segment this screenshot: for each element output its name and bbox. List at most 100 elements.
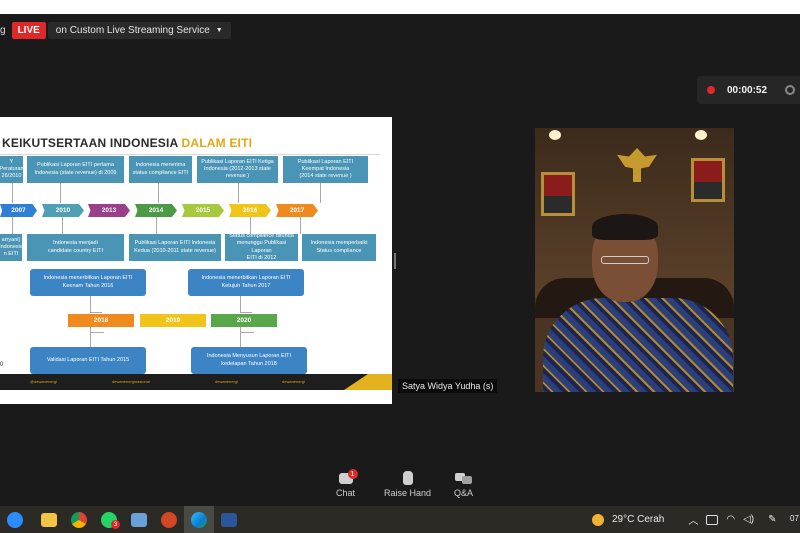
connector [240,296,241,312]
live-badge: LIVE [11,21,46,39]
timeline-top-box: Y Peraturan 26/2010 [0,156,23,183]
wifi-icon[interactable]: ◠ [726,514,735,525]
year-marker: 2019 [140,314,206,327]
connector [60,183,61,203]
chevron-up-icon[interactable]: ︿ [688,512,698,527]
glasses [601,256,649,264]
timeline-top-box: Publikasi Laporan EITI pertama Indonesia… [27,156,124,183]
chat-badge: 1 [347,469,358,479]
cut-off-label: g [0,24,6,36]
footer-handle: dewanenerginasional [112,379,150,384]
zoom-app-icon [7,511,23,528]
live-status-bar: g LIVE on Custom Live Streaming Service … [0,20,231,40]
timeline-top-box: Publikasi Laporan EITI Ketiga Indonesia … [197,156,278,183]
connector [12,183,13,203]
top-title-strip [0,0,800,14]
battery-icon[interactable] [706,514,719,525]
connector [156,217,157,234]
connector [90,296,91,312]
taskbar-file-explorer[interactable] [34,506,64,533]
timeline-bottom-box: Indonesia memperbaiki Status compliance [302,234,376,261]
year-marker: 2015 [182,204,224,217]
taskbar-word[interactable] [214,506,244,533]
clock[interactable]: 07 [790,514,799,523]
participant-video[interactable] [535,128,734,392]
record-dot-icon [707,86,715,94]
qa-label: Q&A [454,488,474,498]
connector [62,217,63,234]
system-tray: 29°C Cerah ︿ ◠ ◁) ✎ [592,506,777,533]
recording-indicator[interactable]: 00:00:52 [697,76,800,104]
qa-button[interactable]: Q&A [454,470,473,498]
chevron-down-icon: ▼ [215,26,223,34]
view-splitter-handle[interactable] [394,253,396,269]
taskbar-network-app[interactable] [124,506,154,533]
timeline-top-box: Publikasi Laporan EITI Keempat Indonesia… [283,156,368,183]
live-service-dropdown[interactable]: on Custom Live Streaming Service ▼ [47,21,231,39]
footer-handle: dewanenergi [282,379,305,384]
zoom-webinar-window: g LIVE on Custom Live Streaming Service … [0,0,800,533]
year-marker: 2018 [68,314,134,327]
year-marker: 2017 [276,204,318,217]
timeline-bottom-box: Indonesia menjadi candidate country EITI [27,234,124,261]
folder-icon [41,512,57,527]
connector [158,183,159,203]
edge-icon [191,511,207,528]
batik-shirt [543,298,733,392]
connector [12,217,13,234]
chrome-icon [71,511,87,528]
connector [90,327,91,347]
connector [90,332,104,333]
connector [90,312,102,313]
connector [240,332,254,333]
slide-title-dark: KEIKUTSERTAAN INDONESIA [2,136,182,150]
volume-icon[interactable]: ◁) [743,514,754,525]
timeline-bottom-box: Publikasi Laporan EITI Indonesia Kedua (… [129,234,221,261]
taskbar-whatsapp[interactable]: 3 [94,506,124,533]
year-marker: 2013 [88,204,130,217]
timeline-bottom-box: arryani) Indonesia n EITI [0,234,22,261]
slide-number: 0 [0,362,4,368]
timeline-mid-box: Indonesia menerbitkan Laporan EITI Keena… [30,269,146,296]
qa-icon [454,470,473,486]
chat-label: Chat [336,488,356,498]
year-marker: 2016 [229,204,271,217]
raise-hand-button[interactable]: Raise Hand [384,470,431,498]
whatsapp-badge: 3 [111,520,120,529]
wall-portrait [691,158,725,202]
pause-icon[interactable] [785,85,796,95]
weather-label[interactable]: 29°C Cerah [612,514,664,525]
ceiling-light [695,130,707,140]
title-divider [0,154,380,155]
recording-time: 00:00:52 [727,84,768,96]
chat-button[interactable]: 1 Chat [336,469,358,498]
timeline-low-box: Validasi Laporan EITI Tahun 2015 [30,347,146,374]
footer-handle: @dewanenergi [30,379,57,384]
connector [320,183,321,203]
year-marker: 2007 [0,204,37,217]
connector [240,327,241,347]
live-service-label: on Custom Live Streaming Service [55,24,210,36]
powerpoint-icon [161,511,177,528]
shared-screen-slide: KEIKUTSERTAAN INDONESIA DALAM EITI Y Per… [0,117,392,404]
taskbar-zoom[interactable] [0,506,30,533]
raise-hand-label: Raise Hand [384,488,432,498]
slide-footer: @dewanenergi dewanenerginasional dewanen… [0,374,392,390]
slide-title: KEIKUTSERTAAN INDONESIA DALAM EITI [2,136,252,150]
hand-icon [399,470,417,486]
connector [250,217,251,234]
pen-icon[interactable]: ✎ [768,514,776,525]
timeline-low-box: Indonesia Menyusun Laporan EITI kedelapa… [191,347,307,374]
year-marker: 2010 [42,204,84,217]
taskbar-powerpoint[interactable] [154,506,184,533]
ceiling-light [549,130,561,140]
participant-hair [592,214,658,240]
year-marker: 2020 [211,314,277,327]
taskbar-edge[interactable] [184,506,214,533]
connector [238,183,239,203]
year-marker: 2014 [135,204,177,217]
monitor-icon [131,512,147,527]
timeline-top-box: Indonesia menerima status compliance EIT… [129,156,192,183]
weather-sun-icon [592,513,604,526]
taskbar-chrome[interactable] [64,506,94,533]
